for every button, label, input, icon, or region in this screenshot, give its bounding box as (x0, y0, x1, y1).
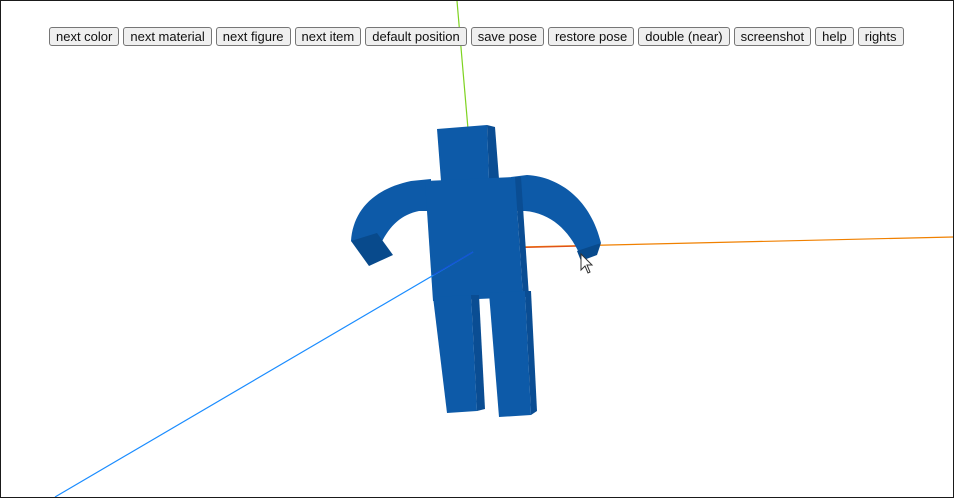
save-pose-button[interactable]: save pose (470, 27, 544, 46)
next-figure-button[interactable]: next figure (215, 27, 291, 46)
double-near-button[interactable]: double (near) (638, 27, 730, 46)
figure-left-leg (433, 295, 477, 413)
viewport-frame: next color next material next figure nex… (0, 0, 954, 498)
restore-pose-button[interactable]: restore pose (547, 27, 635, 46)
help-button[interactable]: help (815, 27, 854, 46)
figure-head-side (487, 125, 499, 179)
figure-right-leg (489, 291, 531, 417)
next-color-button[interactable]: next color (49, 27, 120, 46)
figure-model[interactable] (351, 125, 601, 417)
default-position-button[interactable]: default position (365, 27, 467, 46)
3d-scene-canvas[interactable] (1, 1, 953, 497)
next-material-button[interactable]: next material (123, 27, 212, 46)
figure-head (437, 125, 489, 181)
rights-button[interactable]: rights (857, 27, 904, 46)
figure-torso (425, 177, 523, 301)
toolbar: next color next material next figure nex… (49, 27, 904, 46)
y-axis-line (456, 1, 469, 130)
screenshot-button[interactable]: screenshot (733, 27, 812, 46)
z-axis-line (54, 251, 474, 497)
next-item-button[interactable]: next item (294, 27, 362, 46)
